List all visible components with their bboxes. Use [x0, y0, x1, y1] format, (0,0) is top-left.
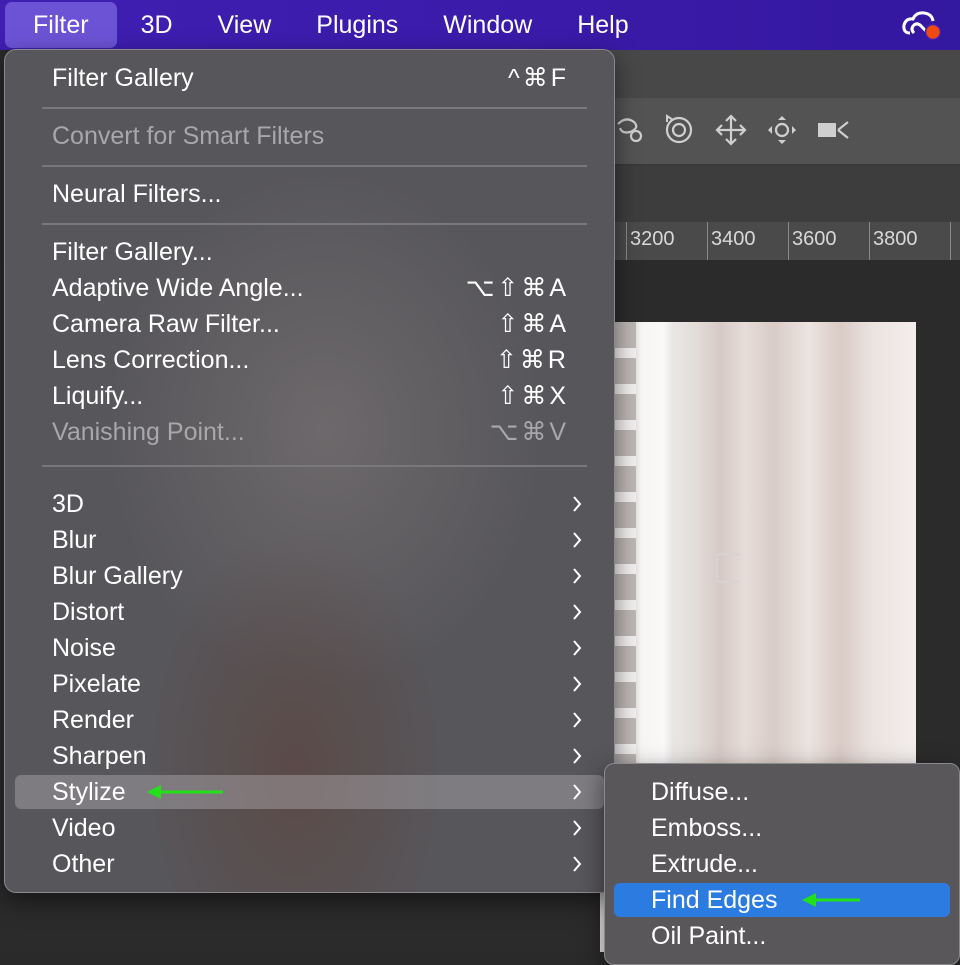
submenu-pixelate[interactable]: Pixelate [15, 667, 604, 701]
pan-3d-icon[interactable] [713, 114, 749, 146]
menu-item-label: Extrude... [651, 850, 758, 878]
menu-item-adaptive-wide-angle[interactable]: Adaptive Wide Angle... ⌥⇧⌘A [15, 271, 604, 305]
menu-item-label: Noise [52, 634, 116, 662]
menu-item-shortcut: ⌥⇧⌘A [465, 274, 569, 302]
chevron-right-icon [573, 496, 582, 512]
submenu-3d[interactable]: 3D [15, 487, 604, 521]
app-title-bar [600, 50, 960, 99]
menu-item-label: Pixelate [52, 670, 141, 698]
submenu-noise[interactable]: Noise [15, 631, 604, 665]
menu-item-liquify[interactable]: Liquify... ⇧⌘X [15, 379, 604, 413]
menu-item-shortcut: ⌥⌘V [489, 418, 569, 446]
menu-item-label: Filter Gallery [52, 64, 194, 92]
menu-item-label: Sharpen [52, 742, 147, 770]
ruler-tick: 3200 [630, 228, 675, 250]
menu-item-diffuse[interactable]: Diffuse... [614, 775, 950, 809]
menu-item-find-edges[interactable]: Find Edges [614, 883, 950, 917]
menu-item-label: Blur [52, 526, 97, 554]
menu-item-vanishing-point: Vanishing Point... ⌥⌘V [15, 415, 604, 449]
slide-3d-icon[interactable] [764, 114, 800, 146]
chevron-right-icon [573, 784, 582, 800]
document-tabs [600, 166, 960, 222]
menu-item-shortcut: ⇧⌘X [497, 382, 569, 410]
menu-item-label: Diffuse... [651, 778, 750, 806]
menu-item-filter-gallery-last[interactable]: Filter Gallery ^⌘F [15, 61, 604, 95]
menu-item-label: Stylize [52, 778, 126, 806]
menu-separator [42, 107, 587, 109]
submenu-stylize[interactable]: Stylize [15, 775, 604, 809]
menu-item-label: Find Edges [651, 886, 778, 914]
menu-filter[interactable]: Filter [5, 2, 117, 48]
submenu-distort[interactable]: Distort [15, 595, 604, 629]
menu-item-label: Blur Gallery [52, 562, 183, 590]
menu-item-shortcut: ⇧⌘A [497, 310, 569, 338]
menu-item-label: Lens Correction... [52, 346, 250, 374]
menu-item-camera-raw-filter[interactable]: Camera Raw Filter... ⇧⌘A [15, 307, 604, 341]
menubar: Filter 3D View Plugins Window Help [0, 0, 960, 50]
menu-item-shortcut: ⇧⌘R [495, 346, 569, 374]
menu-3d[interactable]: 3D [120, 2, 194, 48]
menu-plugins[interactable]: Plugins [295, 2, 419, 48]
chevron-right-icon [573, 604, 582, 620]
rotate-3d-icon[interactable] [661, 114, 697, 146]
ruler-tick: 3800 [873, 228, 918, 250]
menu-separator [42, 465, 587, 467]
chevron-right-icon [573, 676, 582, 692]
submenu-video[interactable]: Video [15, 811, 604, 845]
menu-help[interactable]: Help [556, 2, 649, 48]
chevron-right-icon [573, 640, 582, 656]
menu-item-emboss[interactable]: Emboss... [614, 811, 950, 845]
ruler-tick: 3400 [711, 228, 756, 250]
menu-separator [42, 165, 587, 167]
menu-item-lens-correction[interactable]: Lens Correction... ⇧⌘R [15, 343, 604, 377]
menu-item-shortcut: ^⌘F [507, 64, 569, 92]
hinge-detail [716, 553, 740, 583]
menu-item-label: Video [52, 814, 116, 842]
menu-item-label: Convert for Smart Filters [52, 122, 325, 150]
menu-item-label: Other [52, 850, 115, 878]
menu-item-label: Emboss... [651, 814, 763, 842]
menu-item-label: Liquify... [52, 382, 144, 410]
ruler-tick: 3600 [792, 228, 837, 250]
filter-menu: Filter Gallery ^⌘F Convert for Smart Fil… [4, 49, 615, 893]
submenu-other[interactable]: Other [15, 847, 604, 881]
menu-item-label: Render [52, 706, 134, 734]
menu-item-label: 3D [52, 490, 84, 518]
menu-item-label: Oil Paint... [651, 922, 767, 950]
video-camera-icon[interactable] [816, 114, 852, 146]
menu-window[interactable]: Window [422, 2, 553, 48]
chevron-right-icon [573, 820, 582, 836]
chevron-right-icon [573, 712, 582, 728]
menu-separator [42, 223, 587, 225]
menu-item-label: Filter Gallery... [52, 238, 213, 266]
menu-item-label: Distort [52, 598, 125, 626]
chevron-right-icon [573, 856, 582, 872]
menu-item-label: Neural Filters... [52, 180, 222, 208]
menu-item-extrude[interactable]: Extrude... [614, 847, 950, 881]
horizontal-ruler: 3200 3400 3600 3800 [600, 222, 960, 261]
submenu-blur[interactable]: Blur [15, 523, 604, 557]
menu-view[interactable]: View [197, 2, 293, 48]
annotation-arrow [147, 785, 223, 799]
menu-item-oil-paint[interactable]: Oil Paint... [614, 919, 950, 953]
menu-item-neural-filters[interactable]: Neural Filters... [15, 177, 604, 211]
menu-item-label: Adaptive Wide Angle... [52, 274, 304, 302]
chevron-right-icon [573, 748, 582, 764]
menu-item-filter-gallery[interactable]: Filter Gallery... [15, 235, 604, 269]
submenu-render[interactable]: Render [15, 703, 604, 737]
creative-cloud-icon[interactable] [902, 9, 942, 41]
lasso-icon[interactable] [612, 114, 648, 146]
menu-item-convert-smart-filters: Convert for Smart Filters [15, 119, 604, 153]
submenu-sharpen[interactable]: Sharpen [15, 739, 604, 773]
menu-item-label: Vanishing Point... [52, 418, 245, 446]
stylize-submenu: Diffuse... Emboss... Extrude... Find Edg… [604, 763, 960, 965]
submenu-blur-gallery[interactable]: Blur Gallery [15, 559, 604, 593]
chevron-right-icon [573, 532, 582, 548]
chevron-right-icon [573, 568, 582, 584]
menu-item-label: Camera Raw Filter... [52, 310, 280, 338]
annotation-arrow [802, 893, 860, 907]
